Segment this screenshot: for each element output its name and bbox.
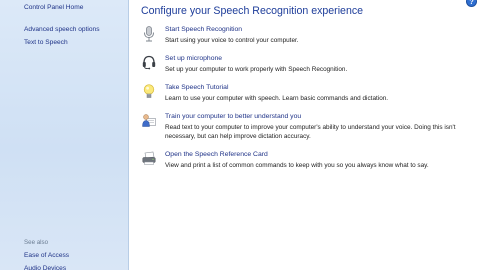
control-panel-home-link[interactable]: Control Panel Home: [24, 4, 83, 11]
text-to-speech-link[interactable]: Text to Speech: [24, 39, 68, 46]
user-training-icon: [142, 113, 156, 128]
printer-icon: [142, 151, 156, 166]
audio-devices-link[interactable]: Audio Devices: [24, 265, 66, 272]
microphone-icon: [142, 26, 156, 42]
lightbulb-icon: [142, 84, 156, 99]
train-computer-desc: Read text to your computer to improve yo…: [165, 124, 456, 140]
train-computer-link[interactable]: Train your computer to better understand…: [165, 113, 301, 120]
set-up-microphone-link[interactable]: Set up microphone: [165, 55, 222, 62]
set-up-microphone-desc: Set up your computer to work properly wi…: [165, 66, 348, 73]
start-speech-recognition-link[interactable]: Start Speech Recognition: [165, 26, 242, 33]
headset-icon: [142, 55, 156, 70]
start-speech-recognition-desc: Start using your voice to control your c…: [165, 37, 299, 44]
see-also-heading: See also: [24, 239, 49, 246]
sidebar: Control Panel Home Advanced speech optio…: [0, 0, 129, 272]
take-speech-tutorial-link[interactable]: Take Speech Tutorial: [165, 84, 228, 91]
ease-of-access-link[interactable]: Ease of Access: [24, 252, 69, 259]
advanced-speech-options-link[interactable]: Advanced speech options: [24, 26, 100, 33]
speech-reference-card-link[interactable]: Open the Speech Reference Card: [165, 151, 268, 158]
main-content: ? Configure your Speech Recognition expe…: [130, 0, 480, 270]
help-button[interactable]: ?: [466, 0, 477, 7]
take-speech-tutorial-desc: Learn to use your computer with speech. …: [165, 95, 389, 102]
page-title: Configure your Speech Recognition experi…: [141, 5, 364, 17]
speech-reference-card-desc: View and print a list of common commands…: [165, 162, 429, 169]
